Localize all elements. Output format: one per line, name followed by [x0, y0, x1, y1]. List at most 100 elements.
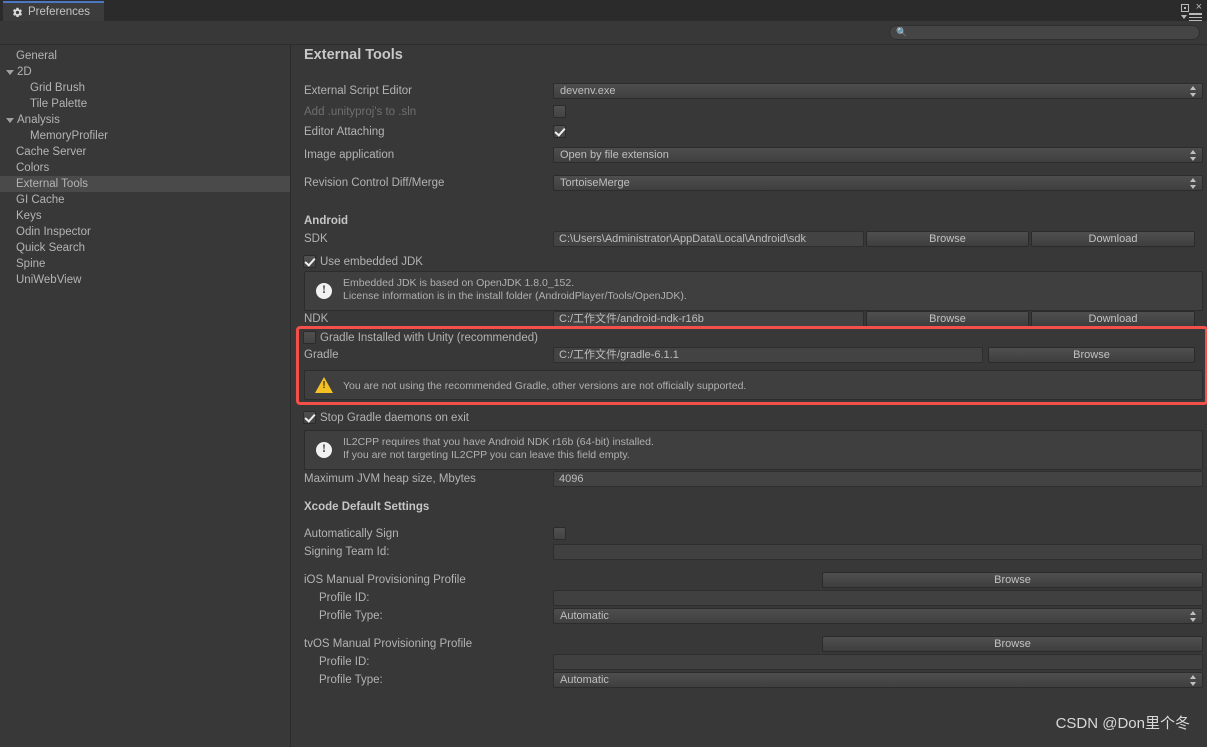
chevron-updown-icon — [1190, 150, 1197, 161]
watermark: CSDN @Don里个冬 — [1055, 715, 1190, 732]
use-embedded-jdk-label: Use embedded JDK — [320, 256, 423, 268]
row-stop-gradle-daemons: Stop Gradle daemons on exit — [292, 410, 1207, 426]
tvos-profile-id-label: Profile ID: — [319, 656, 370, 668]
sidebar-item-uniwebview[interactable]: UniWebView — [0, 272, 290, 288]
sidebar-item-keys[interactable]: Keys — [0, 208, 290, 224]
sidebar-item-cache-server[interactable]: Cache Server — [0, 144, 290, 160]
ios-profile-id-input[interactable] — [553, 590, 1203, 606]
chevron-down-icon[interactable] — [6, 69, 14, 75]
sidebar-item-spine[interactable]: Spine — [0, 256, 290, 272]
chevron-updown-icon — [1190, 86, 1197, 97]
sidebar-item-label: Cache Server — [16, 146, 87, 158]
sidebar-item-label: General — [16, 50, 57, 62]
sidebar-item-2d[interactable]: 2D — [0, 64, 290, 80]
sidebar-item-grid-brush[interactable]: Grid Brush — [0, 80, 290, 96]
sidebar-item-memoryprofiler[interactable]: MemoryProfiler — [0, 128, 290, 144]
android-heading: Android — [304, 215, 349, 227]
automatically-sign-checkbox[interactable] — [553, 527, 566, 540]
row-image-application: Image application Open by file extension — [292, 147, 1207, 163]
row-editor-attaching: Editor Attaching — [292, 124, 1207, 140]
android-sdk-value: C:\Users\Administrator\AppData\Local\And… — [559, 233, 806, 245]
sidebar-item-general[interactable]: General — [0, 48, 290, 64]
signing-team-id-input[interactable] — [553, 544, 1203, 560]
warning-icon — [315, 377, 333, 393]
row-gradle-with-unity: Gradle Installed with Unity (recommended… — [292, 330, 1207, 346]
max-jvm-heap-input[interactable]: 4096 — [553, 471, 1203, 487]
gradle-warning-box: You are not using the recommended Gradle… — [304, 370, 1203, 400]
android-ndk-download-button[interactable]: Download — [1031, 311, 1195, 327]
max-jvm-heap-label: Maximum JVM heap size, Mbytes — [304, 473, 476, 485]
search-box[interactable]: 🔍 — [889, 25, 1200, 40]
tvos-profile-id-input[interactable] — [553, 654, 1203, 670]
image-application-label: Image application — [304, 149, 395, 161]
ios-profile-type-dropdown[interactable]: Automatic — [553, 608, 1203, 624]
search-strip: 🔍 — [0, 21, 1207, 45]
android-sdk-download-label: Download — [1088, 233, 1138, 245]
sidebar-item-label: Spine — [16, 258, 46, 270]
close-icon[interactable]: × — [1196, 2, 1202, 13]
xcode-heading: Xcode Default Settings — [304, 501, 430, 513]
android-ndk-input[interactable]: C:/工作文件/android-ndk-r16b — [553, 311, 864, 327]
automatically-sign-label: Automatically Sign — [304, 528, 399, 540]
sidebar-item-external-tools[interactable]: External Tools — [0, 176, 290, 192]
sidebar-item-tile-palette[interactable]: Tile Palette — [0, 96, 290, 112]
row-add-unityproj: Add .unityproj's to .sln — [292, 104, 1207, 120]
tab-preferences[interactable]: Preferences — [3, 1, 105, 21]
sidebar-item-label: MemoryProfiler — [30, 130, 108, 142]
use-embedded-jdk-checkbox[interactable] — [303, 255, 316, 268]
page-title: External Tools — [304, 47, 403, 63]
row-tvos-profile-type: Profile Type: Automatic — [292, 672, 1207, 688]
android-sdk-input[interactable]: C:\Users\Administrator\AppData\Local\And… — [553, 231, 864, 247]
chevron-updown-icon — [1190, 675, 1197, 686]
image-application-value: Open by file extension — [560, 149, 669, 161]
gradle-with-unity-checkbox[interactable] — [303, 331, 316, 344]
tvos-profile-browse-button[interactable]: Browse — [822, 636, 1203, 652]
editor-attaching-label: Editor Attaching — [304, 126, 385, 138]
gradle-browse-label: Browse — [1073, 349, 1110, 361]
tvos-profile-label: tvOS Manual Provisioning Profile — [304, 638, 473, 650]
jdk-info-text: Embedded JDK is based on OpenJDK 1.8.0_1… — [343, 277, 687, 302]
sidebar-item-quick-search[interactable]: Quick Search — [0, 240, 290, 256]
sidebar-item-gi-cache[interactable]: GI Cache — [0, 192, 290, 208]
window-controls: × — [1180, 2, 1202, 13]
preferences-window: Preferences × 🔍 General 2D Grid Brush Tile … — [0, 0, 1207, 747]
image-application-dropdown[interactable]: Open by file extension — [553, 147, 1203, 163]
row-xcode-heading: Xcode Default Settings — [292, 499, 1207, 515]
ios-profile-browse-button[interactable]: Browse — [822, 572, 1203, 588]
tvos-profile-type-label: Profile Type: — [319, 674, 383, 686]
external-script-editor-dropdown[interactable]: devenv.exe — [553, 83, 1203, 99]
ios-profile-type-value: Automatic — [560, 610, 609, 622]
ios-profile-browse-label: Browse — [994, 574, 1031, 586]
gradle-input[interactable]: C:/工作文件/gradle-6.1.1 — [553, 347, 983, 363]
info-icon — [316, 441, 332, 458]
editor-attaching-checkbox[interactable] — [553, 125, 566, 138]
info-icon — [316, 282, 332, 299]
row-tvos-profile-id: Profile ID: — [292, 654, 1207, 670]
sidebar-item-colors[interactable]: Colors — [0, 160, 290, 176]
chevron-down-icon[interactable] — [6, 117, 14, 123]
search-input[interactable] — [911, 26, 1199, 39]
sidebar-item-label: Grid Brush — [30, 82, 85, 94]
add-unityproj-checkbox[interactable] — [553, 105, 566, 118]
revision-control-dropdown[interactable]: TortoiseMerge — [553, 175, 1203, 191]
gear-icon — [12, 7, 23, 18]
row-revision-control: Revision Control Diff/Merge TortoiseMerg… — [292, 175, 1207, 191]
sidebar-item-odin-inspector[interactable]: Odin Inspector — [0, 224, 290, 240]
sidebar-item-label: UniWebView — [16, 274, 82, 286]
stop-gradle-daemons-checkbox[interactable] — [303, 411, 316, 424]
gradle-browse-button[interactable]: Browse — [988, 347, 1195, 363]
tvos-profile-type-dropdown[interactable]: Automatic — [553, 672, 1203, 688]
gradle-label: Gradle — [304, 349, 339, 361]
android-sdk-download-button[interactable]: Download — [1031, 231, 1195, 247]
gradle-with-unity-label: Gradle Installed with Unity (recommended… — [320, 332, 538, 344]
settings-sidebar[interactable]: General 2D Grid Brush Tile Palette Analysis M… — [0, 45, 291, 747]
android-ndk-browse-button[interactable]: Browse — [866, 311, 1029, 327]
row-tvos-profile: tvOS Manual Provisioning Profile Browse — [292, 636, 1207, 652]
row-ios-profile: iOS Manual Provisioning Profile Browse — [292, 572, 1207, 588]
sidebar-item-analysis[interactable]: Analysis — [0, 112, 290, 128]
sidebar-item-label: Quick Search — [16, 242, 86, 254]
signing-team-id-label: Signing Team Id: — [304, 546, 390, 558]
maximize-icon[interactable] — [1180, 3, 1189, 12]
android-sdk-browse-button[interactable]: Browse — [866, 231, 1029, 247]
android-ndk-download-label: Download — [1088, 313, 1138, 325]
